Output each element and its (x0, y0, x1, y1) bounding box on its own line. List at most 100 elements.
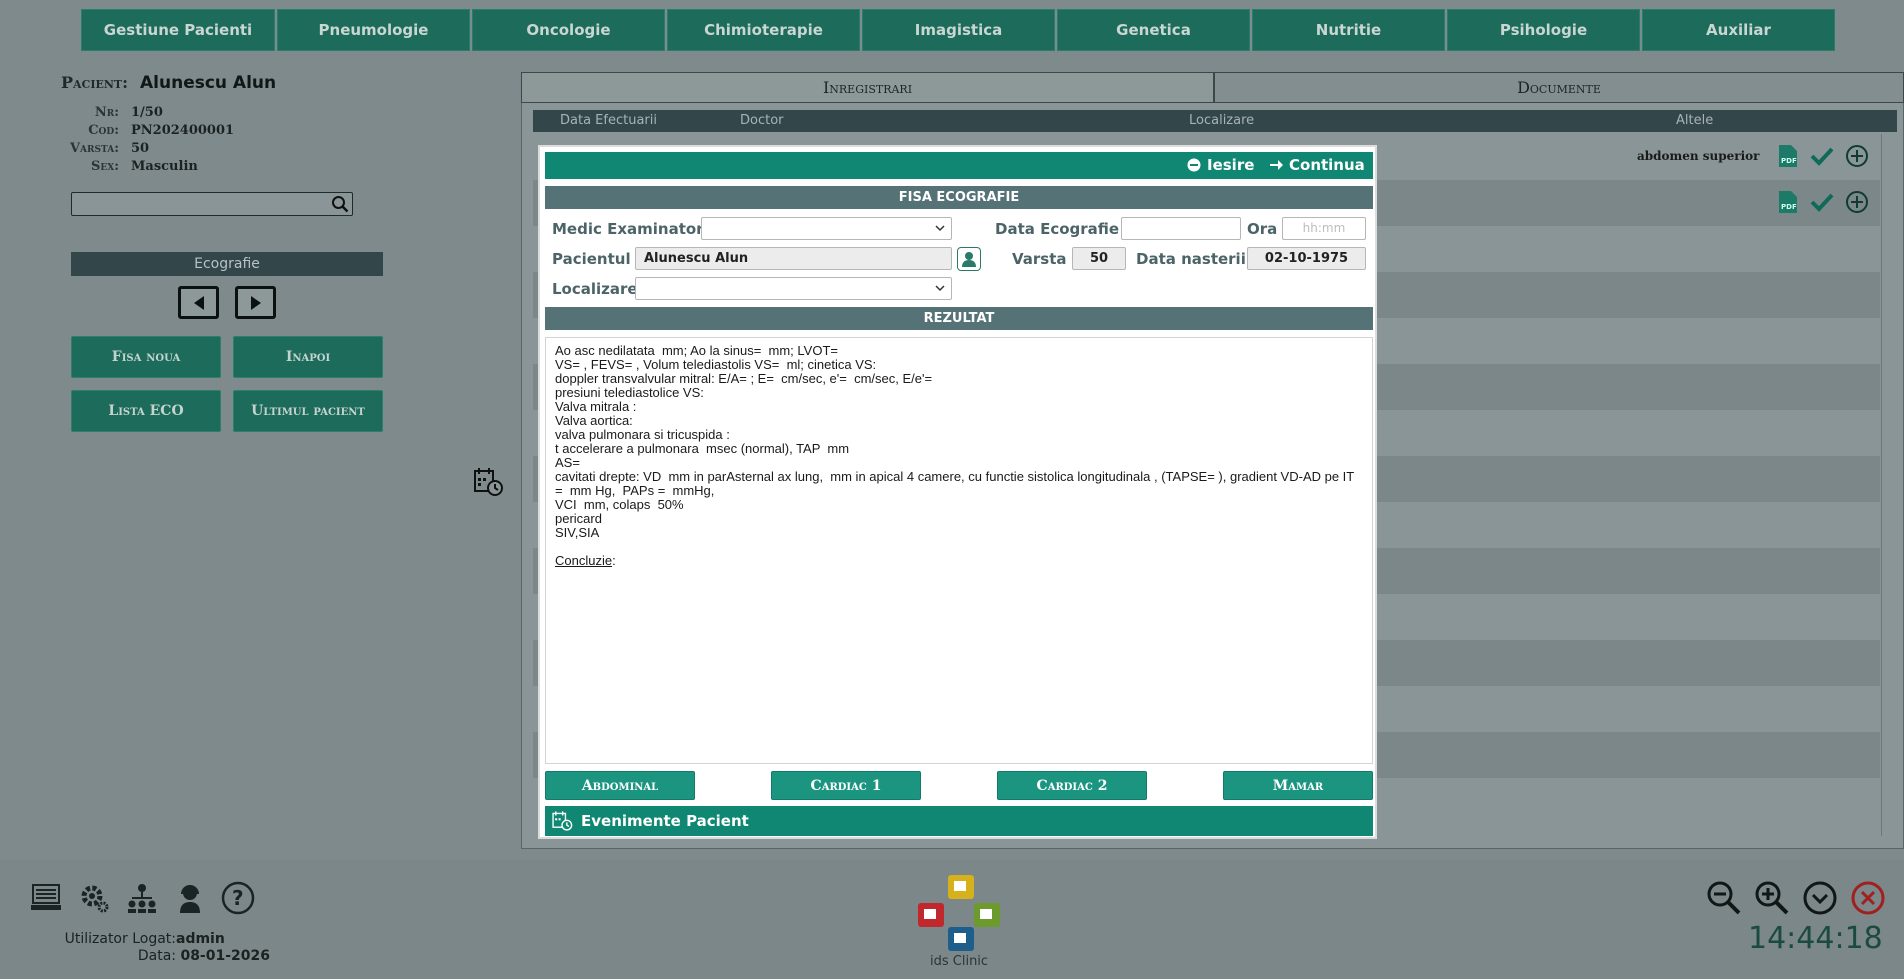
patient-info: Pacient: Alunescu Alun Nr: 1/50 Cod: PN202… (61, 73, 276, 177)
lista-eco-button[interactable]: Lista ECO (71, 390, 221, 432)
patient-name: Alunescu Alun (140, 73, 277, 93)
cod-label: Cod: (88, 123, 119, 138)
patient-label: Pacient: (61, 73, 128, 92)
calendar-clock-icon[interactable] (472, 466, 504, 502)
iesire-label: Iesire (1207, 156, 1255, 174)
continua-button[interactable]: Continua (1269, 156, 1365, 174)
close-icon[interactable] (1850, 880, 1886, 916)
nr-label: Nr: (94, 105, 119, 120)
concluzie-suffix: : (612, 553, 616, 568)
ultimul-pacient-button[interactable]: Ultimul pacient (233, 390, 383, 432)
col-altele: Altele (1676, 113, 1714, 128)
rezultat-textarea[interactable]: Ao asc nedilatata mm; Ao la sinus= mm; L… (545, 337, 1373, 764)
nav-auxiliar[interactable]: Auxiliar (1642, 9, 1835, 51)
cardiac-2-button[interactable]: Cardiac 2 (997, 771, 1147, 800)
ids-clinic-logo-icon (918, 875, 1000, 959)
pdf-icon[interactable]: PDF (1777, 144, 1799, 168)
col-doctor: Doctor (740, 113, 784, 128)
data-nasterii-value: 02-10-1975 (1264, 251, 1349, 266)
data-ecografie-input[interactable] (1121, 217, 1241, 240)
concluzie-label: Concluzie (555, 553, 613, 568)
ora-input[interactable]: hh:mm (1282, 217, 1366, 240)
zoom-out-icon[interactable] (1706, 880, 1742, 916)
add-circle-icon[interactable] (1845, 144, 1869, 168)
nav-genetica[interactable]: Genetica (1057, 9, 1250, 51)
tab-documente[interactable]: Documente (1214, 72, 1904, 103)
search-icon[interactable] (331, 195, 349, 217)
abdominal-button[interactable]: Abdominal (545, 771, 695, 800)
nav-pneumologie[interactable]: Pneumologie (277, 9, 470, 51)
localizare-label: Localizare (552, 280, 638, 298)
varsta-field-value: 50 (1089, 251, 1109, 266)
svg-text:PDF: PDF (1781, 203, 1797, 211)
fisa-ecografie-dialog: Iesire Continua FISA ECOGRAFIE Medic Exa… (538, 145, 1377, 839)
varsta-value: 50 (131, 141, 150, 156)
varsta-label: Varsta: (69, 141, 119, 156)
network-users-icon[interactable] (124, 880, 160, 916)
patient-card-button[interactable] (957, 247, 981, 271)
support-agent-icon[interactable] (172, 880, 208, 916)
sex-label: Sex: (90, 159, 119, 174)
fisa-noua-button[interactable]: Fisa noua (71, 336, 221, 378)
nav-imagistica[interactable]: Imagistica (862, 9, 1055, 51)
nav-nutritie[interactable]: Nutritie (1252, 9, 1445, 51)
zoom-in-icon[interactable] (1754, 880, 1790, 916)
chevron-down-icon (935, 285, 945, 292)
section-rezultat: REZULTAT (545, 307, 1373, 330)
chevron-down-icon (935, 225, 945, 232)
evenimente-pacient-bar[interactable]: Evenimente Pacient (545, 806, 1373, 836)
calendar-clock-icon (552, 811, 573, 831)
inapoi-button[interactable]: Inapoi (233, 336, 383, 378)
pdf-icon[interactable]: PDF (1777, 190, 1799, 214)
records-scrollbar[interactable] (1881, 134, 1895, 836)
footer-tools: ? (28, 880, 256, 916)
next-button[interactable] (235, 286, 276, 319)
current-date: 08-01-2026 (180, 948, 271, 964)
arrow-right-icon (1270, 160, 1283, 170)
continua-label: Continua (1289, 156, 1365, 174)
prev-button[interactable] (178, 286, 219, 319)
row-altele-value: abdomen superior (1637, 149, 1760, 163)
search-input[interactable] (72, 193, 322, 215)
logo-text: ids Clinic (930, 954, 989, 969)
nav-chimioterapie[interactable]: Chimioterapie (667, 9, 860, 51)
cod-value: PN202400001 (131, 123, 235, 138)
user-info: Utilizator Logat:admin Data: 08-01-2026 (56, 931, 270, 965)
mamar-button[interactable]: Mamar (1223, 771, 1373, 800)
top-nav: Gestiune Pacienti Pneumologie Oncologie … (81, 9, 1835, 51)
data-nasterii-field: 02-10-1975 (1247, 247, 1366, 270)
pacientul-field: Alunescu Alun (635, 247, 952, 270)
nav-gestiune-pacienti[interactable]: Gestiune Pacienti (81, 9, 275, 51)
triangle-left-icon (193, 295, 204, 310)
varsta-field: 50 (1072, 247, 1126, 270)
user-label: Utilizator Logat: (64, 931, 176, 947)
col-data-efectuarii: Data Efectuarii (560, 113, 657, 128)
server-icon[interactable] (28, 880, 64, 916)
data-nasterii-label: Data nasterii (1136, 250, 1246, 268)
check-icon[interactable] (1809, 144, 1835, 168)
ora-label: Ora (1247, 220, 1278, 238)
rezultat-text: Ao asc nedilatata mm; Ao la sinus= mm; L… (555, 343, 1355, 540)
minimize-icon[interactable] (1802, 880, 1838, 916)
localizare-select[interactable] (635, 277, 952, 300)
cardiac-1-button[interactable]: Cardiac 1 (771, 771, 921, 800)
iesire-button[interactable]: Iesire (1187, 156, 1254, 174)
clock: 14:44:18 (1748, 921, 1883, 956)
evenimente-label: Evenimente Pacient (581, 812, 749, 830)
nr-value: 1/50 (131, 105, 163, 120)
svg-text:PDF: PDF (1781, 157, 1797, 165)
medic-examinator-select[interactable] (701, 217, 952, 240)
nav-oncologie[interactable]: Oncologie (472, 9, 665, 51)
check-icon[interactable] (1809, 190, 1835, 214)
help-icon[interactable]: ? (220, 880, 256, 916)
col-localizare: Localizare (1189, 113, 1255, 128)
data-ecografie-label: Data Ecografie (995, 220, 1120, 238)
nav-psihologie[interactable]: Psihologie (1447, 9, 1640, 51)
row-actions: PDF (1777, 144, 1869, 168)
tab-inregistrari[interactable]: Inregistrari (521, 72, 1214, 103)
table-header: Data Efectuarii Doctor Localizare Altele (533, 110, 1897, 132)
add-circle-icon[interactable] (1845, 190, 1869, 214)
ecografie-bar: Ecografie (71, 252, 383, 276)
gear-icon[interactable] (76, 880, 112, 916)
records-tabs: Inregistrari Documente (521, 72, 1904, 103)
